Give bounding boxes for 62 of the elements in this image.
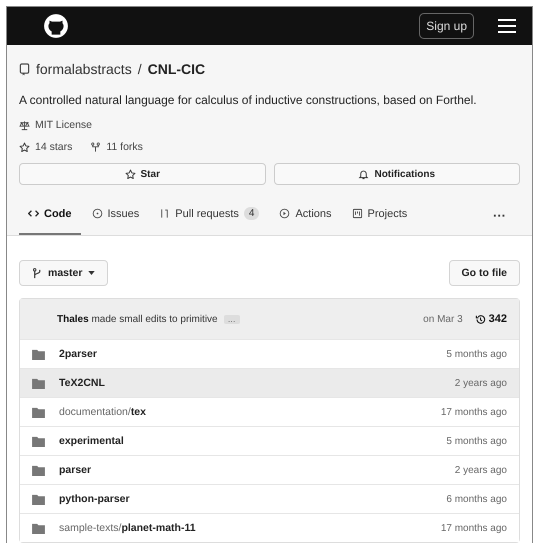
menu-icon bbox=[498, 19, 516, 33]
folder-link[interactable]: python-parser bbox=[59, 493, 130, 505]
folder-icon bbox=[32, 494, 45, 504]
go-to-file-button[interactable]: Go to file bbox=[448, 260, 520, 286]
stars-link[interactable]: 14 stars bbox=[35, 141, 72, 153]
cat-logo-icon bbox=[43, 13, 69, 39]
folder-link[interactable]: TeX2CNL bbox=[59, 377, 105, 389]
last-updated-time: 2 years ago bbox=[454, 378, 507, 388]
folder-link[interactable]: documentation/tex bbox=[59, 406, 146, 418]
issue-icon bbox=[92, 208, 102, 219]
commit-message: Thales made small edits to primitive bbox=[57, 314, 218, 324]
star-icon bbox=[19, 142, 30, 152]
scale-icon bbox=[19, 120, 30, 130]
last-updated-time: 2 years ago bbox=[454, 464, 507, 476]
history-icon bbox=[474, 314, 486, 324]
folder-link[interactable]: parser bbox=[59, 464, 92, 476]
last-updated-time: 5 months ago bbox=[446, 348, 507, 360]
folder-icon bbox=[32, 522, 45, 534]
repo-description: A controlled natural language for calculus of inductive constructions, based on Forthel. bbox=[19, 93, 478, 107]
pull-request-icon bbox=[159, 208, 170, 219]
repo-owner-link[interactable]: formalabstracts bbox=[36, 61, 132, 77]
more-button[interactable]: ··· bbox=[487, 206, 512, 224]
nav-tab[interactable]: Pull requests 4 bbox=[150, 195, 268, 235]
folder-link[interactable]: 2parser bbox=[59, 348, 97, 360]
branch-dropdown[interactable]: master bbox=[19, 260, 108, 286]
caret-icon bbox=[88, 271, 96, 275]
folder-link[interactable]: sample-texts/planet-math-11 bbox=[59, 522, 196, 534]
nav-tab[interactable]: Code bbox=[19, 196, 80, 234]
count-badge: 4 bbox=[244, 207, 260, 220]
folder-icon bbox=[32, 436, 45, 446]
folder-icon bbox=[32, 348, 45, 360]
fork-icon bbox=[90, 142, 102, 152]
repo-icon bbox=[19, 62, 30, 76]
expand-button[interactable]: … bbox=[224, 314, 240, 324]
bell-icon bbox=[358, 168, 370, 180]
nav-tab[interactable]: Actions bbox=[270, 196, 341, 234]
commit-date: on Mar 3 bbox=[423, 314, 463, 324]
star-button[interactable]: Star bbox=[19, 163, 266, 185]
path-separator: / bbox=[138, 61, 142, 77]
last-updated-time: 17 months ago bbox=[440, 406, 507, 418]
last-updated-time: 5 months ago bbox=[446, 436, 507, 446]
last-updated-time: 6 months ago bbox=[446, 494, 507, 504]
star-icon bbox=[124, 168, 136, 180]
forks-link[interactable]: 11 forks bbox=[106, 141, 143, 153]
folder-link[interactable]: experimental bbox=[59, 435, 124, 447]
notifications-button[interactable]: Notifications bbox=[274, 163, 520, 185]
sign-up-button[interactable]: Sign up bbox=[419, 13, 474, 39]
nav-tab[interactable]: Projects bbox=[342, 196, 416, 234]
code-icon bbox=[28, 208, 39, 219]
last-updated-time: 17 months ago bbox=[440, 522, 507, 534]
folder-icon bbox=[32, 406, 45, 418]
play-icon bbox=[279, 208, 290, 219]
file-row[interactable]: sample-texts/planet-math-11 17 months ago bbox=[20, 513, 519, 542]
file-row[interactable]: TeX2CNL 2 years ago bbox=[20, 368, 519, 397]
license-link[interactable]: MIT License bbox=[35, 119, 92, 131]
history-link[interactable]: 342 bbox=[474, 313, 507, 325]
branch-icon bbox=[32, 268, 42, 278]
nav-tab[interactable]: Issues bbox=[82, 196, 148, 234]
folder-icon bbox=[32, 378, 45, 388]
project-icon bbox=[352, 208, 363, 219]
repo-name-link[interactable]: CNL-CIC bbox=[148, 61, 206, 77]
folder-icon bbox=[32, 464, 45, 476]
